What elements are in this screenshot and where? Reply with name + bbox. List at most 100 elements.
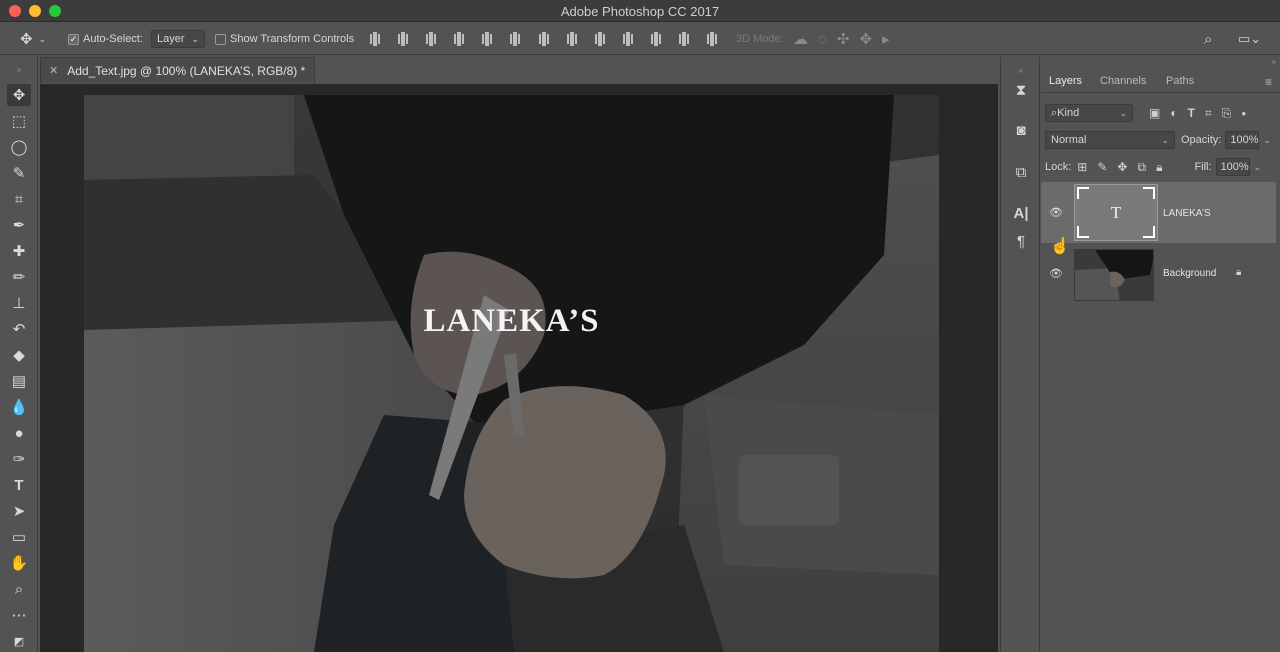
align-top-edges-icon[interactable]: [368, 32, 382, 46]
rectangle-tool-icon[interactable]: ▭: [7, 526, 31, 548]
distribute-top-icon[interactable]: [537, 32, 551, 46]
tab-layers[interactable]: Layers: [1049, 75, 1082, 87]
auto-select-target-value: Layer: [157, 33, 185, 45]
align-bottom-edges-icon[interactable]: [424, 32, 438, 46]
layers-panel: » Layers Channels Paths ≡ ⌕Kind ⌄ ▣ ◐ T …: [1041, 57, 1280, 652]
align-right-edges-icon[interactable]: [508, 32, 522, 46]
chevron-down-icon[interactable]: ⌄: [1254, 162, 1262, 173]
layer-filter-row: ⌕Kind ⌄ ▣ ◐ T ⌗ ⎘ ●: [1045, 103, 1276, 123]
show-transform-controls-label: Show Transform Controls: [230, 33, 355, 45]
panel-collapse-icon[interactable]: »: [7, 58, 31, 80]
zoom-tool-icon[interactable]: ⌕: [7, 578, 31, 600]
align-vertical-centers-icon[interactable]: [396, 32, 410, 46]
path-select-icon[interactable]: ➤: [7, 500, 31, 522]
align-horizontal-centers-icon[interactable]: [480, 32, 494, 46]
background-layer-thumbnail: [1074, 249, 1154, 301]
layer-row-text[interactable]: 👁︎ T LANEKA’S: [1041, 182, 1276, 243]
gradient-tool-icon[interactable]: ▤: [7, 370, 31, 392]
move-tool-icon[interactable]: ✥: [7, 84, 31, 106]
distribute-vcenter-icon[interactable]: [565, 32, 579, 46]
quick-select-tool-icon[interactable]: ✎: [7, 162, 31, 184]
panel-collapse-icon[interactable]: »: [1272, 57, 1276, 66]
auto-select-checkbox[interactable]: ✓ Auto-Select:: [68, 23, 143, 55]
visibility-eye-icon[interactable]: 👁︎: [1049, 206, 1063, 219]
3d-pan-icon[interactable]: ✣: [837, 30, 850, 48]
filter-smart-object-icon[interactable]: ⎘: [1222, 106, 1232, 121]
adjustments-panel-icon[interactable]: ◙: [1010, 119, 1032, 141]
eyedropper-tool-icon[interactable]: ✒: [7, 214, 31, 236]
tab-paths[interactable]: Paths: [1166, 75, 1194, 87]
lock-row: Lock: ⊞ ✎ ✥ ⧉ 🔒︎ Fill: 100% ⌄: [1045, 157, 1276, 177]
title-bar: Adobe Photoshop CC 2017: [0, 0, 1280, 22]
workspace-switcher-icon[interactable]: ▭⌄: [1238, 31, 1261, 47]
type-tool-icon[interactable]: T: [7, 474, 31, 496]
3d-scale-icon[interactable]: ▸: [882, 30, 890, 48]
opacity-value: 100%: [1230, 134, 1259, 146]
dodge-tool-icon[interactable]: ●: [7, 422, 31, 444]
chevron-down-icon[interactable]: ⌄: [1263, 135, 1271, 146]
auto-select-target-select[interactable]: Layer ⌄: [151, 30, 205, 48]
lock-artboard-icon[interactable]: ⧉: [1137, 160, 1146, 175]
filter-adjustment-icon[interactable]: ◐: [1170, 106, 1177, 120]
clone-stamp-icon[interactable]: ⊥: [7, 292, 31, 314]
tab-channels[interactable]: Channels: [1100, 75, 1146, 87]
distribute-left-icon[interactable]: [621, 32, 635, 46]
align-left-edges-icon[interactable]: [452, 32, 466, 46]
layer-row-background[interactable]: 👁︎ Background 🔒︎: [1041, 247, 1276, 303]
visibility-eye-icon[interactable]: 👁︎: [1049, 267, 1063, 280]
lock-all-icon[interactable]: 🔒︎: [1156, 160, 1162, 175]
lock-position-icon[interactable]: ✥: [1117, 160, 1127, 174]
layer-name: Background: [1163, 268, 1217, 279]
crop-tool-icon[interactable]: ⌗: [7, 188, 31, 210]
opacity-field[interactable]: 100%: [1225, 131, 1260, 149]
checkbox-empty-icon: [215, 33, 226, 45]
hand-tool-icon[interactable]: ✋: [7, 552, 31, 574]
layer-filter-select[interactable]: ⌕Kind ⌄: [1045, 104, 1133, 122]
history-panel-icon[interactable]: ⧗: [1010, 79, 1032, 101]
lasso-tool-icon[interactable]: ◯: [7, 136, 31, 158]
blur-tool-icon[interactable]: 💧: [7, 396, 31, 418]
more-tools-icon[interactable]: ⋯: [7, 604, 31, 626]
distribute-hcenter-icon[interactable]: [649, 32, 663, 46]
paragraph-panel-icon[interactable]: ¶: [1010, 230, 1032, 252]
show-transform-controls-checkbox[interactable]: Show Transform Controls: [215, 23, 354, 55]
close-icon[interactable]: ✕: [49, 64, 58, 77]
healing-brush-icon[interactable]: ✚: [7, 240, 31, 262]
panel-expand-icon[interactable]: «: [1010, 59, 1032, 81]
fill-field[interactable]: 100%: [1215, 158, 1250, 176]
tool-preset-picker[interactable]: ✥ ⌄: [20, 23, 46, 55]
distribute-right-icon[interactable]: [677, 32, 691, 46]
hand-cursor-icon: ☝: [1050, 238, 1070, 255]
styles-panel-icon[interactable]: ⧉: [1010, 161, 1032, 183]
distribute-bottom-icon[interactable]: [593, 32, 607, 46]
filter-toggle-icon[interactable]: ●: [1241, 109, 1246, 118]
chevron-down-icon: ⌄: [1119, 107, 1127, 118]
layer-name: LANEKA’S: [1163, 208, 1211, 219]
canvas-text-layer[interactable]: LANEKA’S: [84, 303, 939, 340]
document-tab[interactable]: ✕ Add_Text.jpg @ 100% (LANEKA’S, RGB/8) …: [40, 57, 315, 83]
blend-mode-select[interactable]: Normal ⌄: [1045, 131, 1175, 149]
3d-slide-icon[interactable]: ✥: [860, 30, 873, 48]
text-layer-thumbnail: T: [1074, 184, 1158, 241]
filter-shape-icon[interactable]: ⌗: [1205, 106, 1212, 121]
lock-image-icon[interactable]: ✎: [1097, 160, 1107, 174]
filter-pixel-icon[interactable]: ▣: [1149, 106, 1160, 120]
auto-align-layers-icon[interactable]: [705, 32, 719, 46]
marquee-tool-icon[interactable]: ⬚: [7, 110, 31, 132]
pen-tool-icon[interactable]: ✑: [7, 448, 31, 470]
filter-type-icon[interactable]: T: [1188, 106, 1195, 120]
options-bar: ✥ ⌄ ✓ Auto-Select: Layer ⌄ Show Transfor…: [0, 23, 1280, 55]
search-icon[interactable]: ⌕: [1204, 31, 1212, 48]
type-icon: T: [1110, 203, 1122, 222]
eraser-tool-icon[interactable]: ◆: [7, 344, 31, 366]
document-canvas[interactable]: LANEKA’S: [84, 95, 939, 652]
color-swatch-icon[interactable]: ◩: [7, 630, 31, 652]
3d-orbit-icon[interactable]: ☁: [793, 30, 808, 48]
brush-tool-icon[interactable]: ✏: [7, 266, 31, 288]
panel-menu-icon[interactable]: ≡: [1265, 75, 1272, 89]
3d-roll-icon[interactable]: ◌: [818, 31, 827, 48]
layer-filter-value: Kind: [1057, 106, 1080, 119]
lock-transparent-icon[interactable]: ⊞: [1077, 160, 1087, 174]
character-panel-icon[interactable]: A|: [1010, 202, 1032, 224]
history-brush-icon[interactable]: ↶: [7, 318, 31, 340]
